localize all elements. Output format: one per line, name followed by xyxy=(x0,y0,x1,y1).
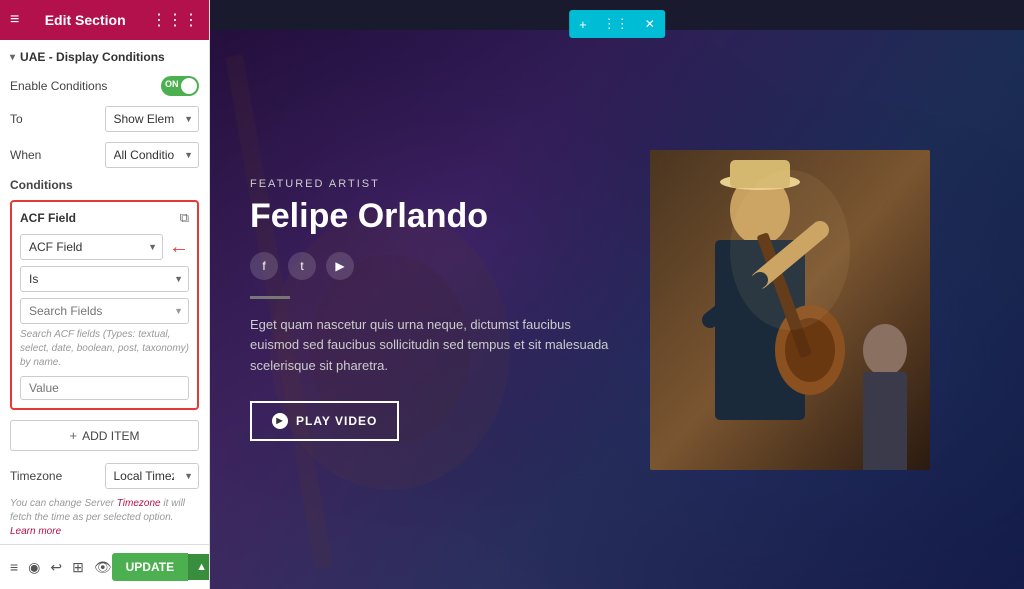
to-row: To Show Element Hide Element xyxy=(10,106,199,132)
operator-select-wrapper: Is Is Not Contains xyxy=(20,266,189,292)
twitter-icon[interactable]: t xyxy=(288,252,316,280)
canvas-move-btn[interactable]: ⋮⋮ xyxy=(595,12,637,36)
operator-row: Is Is Not Contains xyxy=(20,266,189,292)
acf-field-select[interactable]: ACF Field Post Field User Field xyxy=(20,234,163,260)
hero-artist-name: Felipe Orlando xyxy=(250,198,610,235)
search-fields-wrapper xyxy=(20,298,189,324)
youtube-icon[interactable]: ▶ xyxy=(326,252,354,280)
condition-box-title: ACF Field xyxy=(20,211,76,225)
timezone-select-wrapper: Local Timezone Server Timezone UTC xyxy=(105,463,200,489)
condition-box-header: ACF Field ⧉ xyxy=(20,210,189,226)
canvas-toolbar: + ⋮⋮ ✕ xyxy=(569,10,665,38)
eye-icon[interactable]: 👁 xyxy=(94,559,112,576)
conditions-label: Conditions xyxy=(10,178,199,192)
timezone-label: Timezone xyxy=(10,469,105,483)
hero-featured-label: FEATURED ARTIST xyxy=(250,178,610,190)
section-arrow[interactable]: ▾ xyxy=(10,52,15,63)
hamburger-icon[interactable]: ≡ xyxy=(10,559,18,575)
update-button[interactable]: UPDATE xyxy=(112,553,188,581)
section-header: ▾ UAE - Display Conditions xyxy=(10,50,199,64)
value-input[interactable] xyxy=(20,376,189,400)
grid-icon[interactable]: ⋮⋮⋮ xyxy=(151,10,199,30)
timezone-link[interactable]: Timezone xyxy=(117,498,161,509)
enable-conditions-row: Enable Conditions ON xyxy=(10,76,199,96)
timezone-select[interactable]: Local Timezone Server Timezone UTC xyxy=(105,463,200,489)
hero-description: Eget quam nascetur quis urna neque, dict… xyxy=(250,315,610,377)
canvas-close-btn[interactable]: ✕ xyxy=(637,13,663,35)
hero-section: FEATURED ARTIST Felipe Orlando f t ▶ Ege… xyxy=(210,30,1024,589)
to-select-wrapper: Show Element Hide Element xyxy=(105,106,200,132)
search-hint-text: Search ACF fields (Types: textual, selec… xyxy=(20,328,189,370)
panel-header: ≡ Edit Section ⋮⋮⋮ xyxy=(0,0,209,40)
red-arrow-icon: ← xyxy=(169,236,189,259)
when-select-wrapper: All Conditions Met Any Condition Met xyxy=(105,142,200,168)
hero-content: FEATURED ARTIST Felipe Orlando f t ▶ Ege… xyxy=(250,178,610,441)
facebook-icon[interactable]: f xyxy=(250,252,278,280)
to-label: To xyxy=(10,112,105,126)
grid-footer-icon[interactable]: ⊞ xyxy=(72,559,84,576)
operator-select[interactable]: Is Is Not Contains xyxy=(20,266,189,292)
when-select[interactable]: All Conditions Met Any Condition Met xyxy=(105,142,200,168)
when-label: When xyxy=(10,148,105,162)
condition-box: ACF Field ⧉ ACF Field Post Field User Fi… xyxy=(10,200,199,410)
when-row: When All Conditions Met Any Condition Me… xyxy=(10,142,199,168)
right-panel: + ⋮⋮ ✕ FEATUR xyxy=(210,0,1024,589)
learn-more-link[interactable]: Learn more xyxy=(10,526,61,537)
panel-content: ▾ UAE - Display Conditions Enable Condit… xyxy=(0,40,209,544)
play-icon: ▶ xyxy=(272,413,288,429)
panel-footer: ≡ ◉ ↩ ⊞ 👁 UPDATE ▲ xyxy=(0,544,209,589)
update-dropdown-button[interactable]: ▲ xyxy=(188,554,210,580)
menu-icon[interactable]: ≡ xyxy=(10,11,19,29)
add-item-label: ADD ITEM xyxy=(82,429,139,443)
acf-field-select-wrapper: ACF Field Post Field User Field xyxy=(20,234,163,260)
to-select[interactable]: Show Element Hide Element xyxy=(105,106,200,132)
plus-icon: + xyxy=(70,428,78,443)
add-item-button[interactable]: + ADD ITEM xyxy=(10,420,199,451)
timezone-note: You can change Server Timezone it will f… xyxy=(10,497,199,539)
search-fields-input[interactable] xyxy=(20,298,189,324)
acf-field-row: ACF Field Post Field User Field ← xyxy=(20,234,189,260)
timezone-row: Timezone Local Timezone Server Timezone … xyxy=(10,463,199,489)
footer-icons: ≡ ◉ ↩ ⊞ 👁 xyxy=(10,559,112,576)
left-panel: ≡ Edit Section ⋮⋮⋮ ▾ UAE - Display Condi… xyxy=(0,0,210,589)
toggle-on-text: ON xyxy=(165,79,179,89)
copy-icon[interactable]: ⧉ xyxy=(180,210,189,226)
play-video-button[interactable]: ▶ PLAY VIDEO xyxy=(250,401,399,441)
hero-divider xyxy=(250,296,290,299)
hero-social-links: f t ▶ xyxy=(250,252,610,280)
layers-icon[interactable]: ◉ xyxy=(28,559,40,576)
section-title-text: UAE - Display Conditions xyxy=(20,50,165,64)
canvas-add-btn[interactable]: + xyxy=(571,13,595,36)
update-btn-group: UPDATE ▲ xyxy=(112,553,210,581)
enable-conditions-label: Enable Conditions xyxy=(10,79,161,93)
play-btn-label: PLAY VIDEO xyxy=(296,414,377,428)
history-icon[interactable]: ↩ xyxy=(50,559,62,576)
artist-svg xyxy=(650,150,930,470)
hero-artist-image xyxy=(650,150,930,470)
enable-conditions-toggle[interactable]: ON xyxy=(161,76,199,96)
panel-title: Edit Section xyxy=(19,12,151,28)
